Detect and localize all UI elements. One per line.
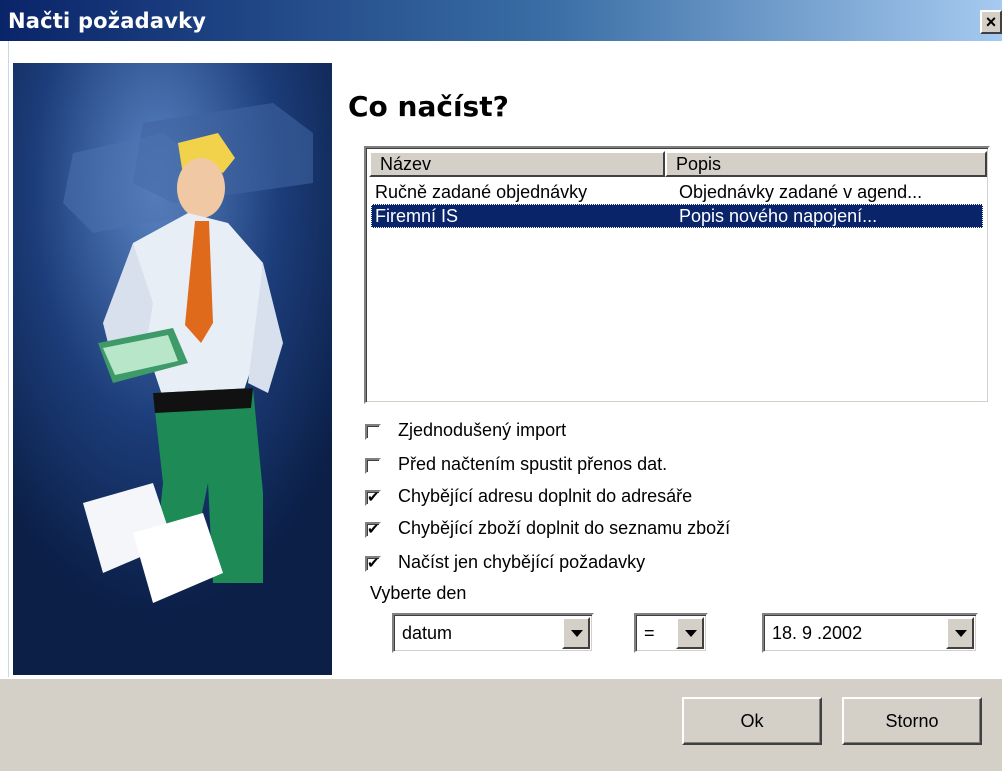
checkbox-load-missing-only[interactable]: ✔ <box>365 556 381 572</box>
checkbox-add-missing-address[interactable]: ✔ <box>365 490 381 506</box>
item-name: Firemní IS <box>375 206 459 226</box>
field-dropdown[interactable]: datum <box>392 613 594 653</box>
checkbox-simplified-import[interactable] <box>365 424 381 440</box>
window-title: Načti požadavky <box>8 9 207 33</box>
date-dropdown[interactable]: 18. 9 .2002 <box>762 613 978 653</box>
checkbox-label: Chybějící adresu doplnit do adresáře <box>398 486 693 506</box>
checkbox-add-missing-goods[interactable]: ✔ <box>365 522 381 538</box>
chevron-down-icon[interactable] <box>946 617 974 649</box>
source-list[interactable]: Název Popis Ručně zadané objednávky Obje… <box>364 146 990 404</box>
close-button[interactable]: × <box>980 10 1002 34</box>
wizard-illustration <box>13 63 332 675</box>
item-description: Popis nového napojení... <box>679 206 878 226</box>
list-item-selected[interactable]: Firemní IS Popis nového napojení... <box>371 204 983 228</box>
day-label: Vyberte den <box>370 583 467 603</box>
checkbox-label: Před načtením spustit přenos dat. <box>398 454 668 474</box>
operator-dropdown[interactable]: = <box>634 613 708 653</box>
page-heading: Co načíst? <box>348 90 509 123</box>
ok-button[interactable]: Ok <box>682 697 822 745</box>
field-dropdown-value: datum <box>402 623 453 643</box>
chevron-down-icon[interactable] <box>676 617 704 649</box>
checkbox-label: Načíst jen chybějící požadavky <box>398 552 646 572</box>
title-bar[interactable]: Načti požadavky × <box>0 0 1002 41</box>
list-item[interactable]: Ručně zadané objednávky Objednávky zadan… <box>371 180 983 204</box>
item-name: Ručně zadané objednávky <box>375 182 588 202</box>
chevron-down-icon[interactable] <box>562 617 590 649</box>
checkbox-run-transfer[interactable] <box>365 458 381 474</box>
checkbox-label: Zjednodušený import <box>398 420 567 440</box>
column-header-name[interactable]: Název <box>369 151 665 177</box>
checkbox-label: Chybějící zboží doplnit do seznamu zboží <box>398 518 731 538</box>
cancel-button[interactable]: Storno <box>842 697 982 745</box>
item-description: Objednávky zadané v agend... <box>679 182 923 202</box>
close-icon: × <box>985 12 997 32</box>
dialog-window: Načti požadavky × Co načíst? Název Popis… <box>0 0 1002 771</box>
illustration-businessman <box>13 63 332 675</box>
operator-dropdown-value: = <box>644 623 655 643</box>
date-dropdown-value: 18. 9 .2002 <box>772 623 863 643</box>
column-header-description[interactable]: Popis <box>665 151 987 177</box>
